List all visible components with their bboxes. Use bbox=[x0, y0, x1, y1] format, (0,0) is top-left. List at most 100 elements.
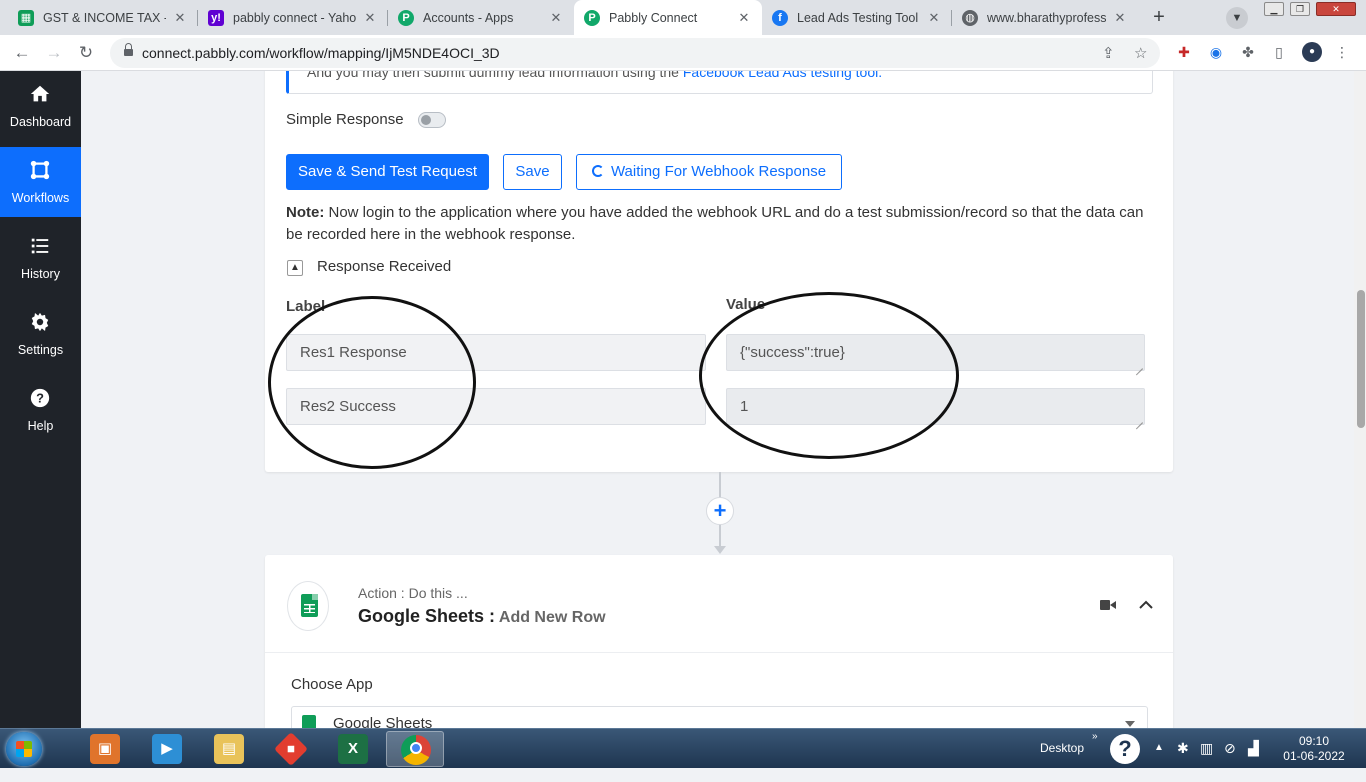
sidepanel-icon[interactable]: ▯ bbox=[1269, 42, 1289, 62]
help-icon[interactable]: ? bbox=[1110, 734, 1140, 764]
device-icon[interactable]: ▥ bbox=[1200, 740, 1213, 780]
toolbox-icon: ▣ bbox=[90, 734, 120, 764]
note-text: Now login to the application where you h… bbox=[286, 204, 1144, 243]
action-title: Google Sheets : Add New Row bbox=[358, 606, 606, 627]
waiting-webhook-label: Waiting For Webhook Response bbox=[610, 163, 827, 180]
browser-toolbar: ← → ↻ connect.pabbly.com/workflow/mappin… bbox=[0, 35, 1366, 71]
address-bar[interactable]: connect.pabbly.com/workflow/mapping/IjM5… bbox=[110, 38, 1160, 68]
close-icon[interactable]: ✕ bbox=[548, 10, 564, 26]
new-tab-icon[interactable]: + bbox=[1148, 6, 1170, 28]
sidebar-item-settings[interactable]: Settings bbox=[0, 299, 81, 369]
extension-icon[interactable]: ◉ bbox=[1206, 42, 1226, 62]
save-send-test-button[interactable]: Save & Send Test Request bbox=[286, 154, 489, 190]
close-icon[interactable]: ✕ bbox=[172, 10, 188, 26]
share-icon[interactable]: ⇪ bbox=[1102, 44, 1115, 62]
browser-tab[interactable]: y! pabbly connect - Yahoo ✕ bbox=[198, 0, 388, 35]
browser-tab[interactable]: ▦ GST & INCOME TAX - J ✕ bbox=[8, 0, 198, 35]
sidebar-item-label: Help bbox=[27, 419, 54, 433]
scrollbar-thumb[interactable] bbox=[1357, 290, 1365, 428]
action-app-name: Google Sheets : bbox=[358, 606, 496, 626]
browser-tab[interactable]: f Lead Ads Testing Tool - ✕ bbox=[762, 0, 952, 35]
taskbar-app[interactable]: ▣ bbox=[76, 731, 134, 767]
anydesk-icon: ◆ bbox=[274, 732, 308, 766]
star-icon[interactable]: ☆ bbox=[1134, 44, 1147, 62]
testing-tool-link[interactable]: Facebook Lead Ads testing tool. bbox=[683, 71, 882, 80]
add-step-icon[interactable]: + bbox=[706, 497, 734, 525]
taskbar-app[interactable]: ▤ bbox=[200, 731, 258, 767]
sidebar-item-dashboard[interactable]: Dashboard bbox=[0, 71, 81, 141]
tab-title: Pabbly Connect bbox=[609, 10, 698, 25]
taskbar: ▣ ▶ ▤ ◆ X Desktop » ? ▲ ✱ ▥ ⊘ ▟ 09:10 01… bbox=[0, 728, 1366, 768]
video-icon[interactable] bbox=[1100, 599, 1116, 611]
main-content: And you may then submit dummy lead infor… bbox=[81, 71, 1366, 728]
tray-expand-icon[interactable]: ▲ bbox=[1154, 742, 1164, 782]
desktop-label[interactable]: Desktop bbox=[1040, 741, 1084, 781]
taskbar-app[interactable]: ◆ bbox=[262, 731, 320, 767]
tab-title: Lead Ads Testing Tool - bbox=[797, 10, 920, 25]
choose-app-select[interactable]: Google Sheets bbox=[291, 706, 1148, 728]
start-button[interactable] bbox=[6, 732, 42, 766]
pabbly-icon: P bbox=[584, 9, 600, 26]
spinner-icon bbox=[591, 165, 604, 177]
avatar[interactable]: ● bbox=[1302, 42, 1322, 62]
network-icon[interactable]: ▟ bbox=[1248, 740, 1259, 780]
puzzle-icon[interactable]: ✤ bbox=[1238, 42, 1258, 62]
close-window-icon[interactable]: ✕ bbox=[1316, 2, 1356, 16]
action-card bbox=[265, 555, 1173, 728]
close-icon[interactable]: ✕ bbox=[1112, 10, 1128, 26]
chevron-down-icon[interactable]: ▼ bbox=[1226, 7, 1248, 29]
tab-title: GST & INCOME TAX - J bbox=[43, 10, 166, 25]
home-icon bbox=[30, 85, 50, 102]
minimize-icon[interactable]: ▁ bbox=[1264, 2, 1284, 16]
browser-tab-bar: ▦ GST & INCOME TAX - J ✕ y! pabbly conne… bbox=[0, 0, 1366, 35]
choose-app-label: Choose App bbox=[291, 676, 373, 693]
simple-response-toggle[interactable] bbox=[418, 112, 446, 128]
taskbar-app[interactable]: X bbox=[324, 731, 382, 767]
taskbar-app-active[interactable] bbox=[386, 731, 444, 767]
app-logo bbox=[287, 581, 329, 631]
note-bold-label: Note: bbox=[286, 204, 325, 221]
choose-app-value: Google Sheets bbox=[333, 715, 433, 728]
sidebar-item-label: Workflows bbox=[11, 191, 70, 205]
google-sheets-icon bbox=[301, 594, 318, 617]
chrome-icon bbox=[401, 735, 431, 765]
bluetooth-icon[interactable]: ✱ bbox=[1177, 740, 1189, 780]
browser-tab[interactable]: ◍ www.bharathyprofessio ✕ bbox=[952, 0, 1138, 35]
chevron-right-icon[interactable]: » bbox=[1092, 731, 1098, 771]
google-sheets-icon bbox=[302, 715, 316, 728]
back-icon[interactable]: ← bbox=[10, 41, 34, 65]
action-event-name: Add New Row bbox=[495, 609, 606, 626]
menu-icon[interactable]: ⋮ bbox=[1332, 42, 1352, 62]
extension-icon[interactable]: ✚ bbox=[1174, 42, 1194, 62]
forward-icon[interactable]: → bbox=[42, 41, 66, 65]
sidebar-item-help[interactable]: ? Help bbox=[0, 375, 81, 445]
volume-muted-icon[interactable]: ⊘ bbox=[1224, 740, 1236, 780]
chevron-up-icon[interactable]: ▲ bbox=[287, 260, 303, 276]
lock-icon bbox=[124, 43, 133, 58]
info-note-text: And you may then submit dummy lead infor… bbox=[307, 71, 882, 80]
clock[interactable]: 09:10 01-06-2022 bbox=[1282, 734, 1346, 764]
restore-icon[interactable]: ❐ bbox=[1290, 2, 1310, 16]
chevron-up-icon[interactable] bbox=[1139, 599, 1153, 609]
close-icon[interactable]: ✕ bbox=[926, 10, 942, 26]
browser-tab[interactable]: P Accounts - Apps ✕ bbox=[388, 0, 574, 35]
list-icon bbox=[31, 238, 49, 254]
save-button[interactable]: Save bbox=[503, 154, 562, 190]
tab-title: Accounts - Apps bbox=[423, 10, 514, 25]
help-icon: ? bbox=[30, 388, 50, 408]
reload-icon[interactable]: ↻ bbox=[74, 41, 98, 65]
clock-date: 01-06-2022 bbox=[1283, 749, 1345, 763]
taskbar-app[interactable]: ▶ bbox=[138, 731, 196, 767]
browser-tab-active[interactable]: P Pabbly Connect ✕ bbox=[574, 0, 762, 35]
annotation-ellipse-labels bbox=[268, 296, 476, 469]
screen-recorder-icon: ▶ bbox=[152, 734, 182, 764]
yahoo-icon: y! bbox=[208, 9, 224, 26]
sidebar-item-workflows[interactable]: Workflows bbox=[0, 147, 81, 217]
close-icon[interactable]: ✕ bbox=[736, 10, 752, 26]
close-icon[interactable]: ✕ bbox=[362, 10, 378, 26]
sidebar-item-history[interactable]: History bbox=[0, 223, 81, 293]
resize-handle-icon[interactable] bbox=[1136, 362, 1143, 369]
waiting-webhook-button[interactable]: Waiting For Webhook Response bbox=[576, 154, 842, 190]
resize-handle-icon[interactable] bbox=[1136, 416, 1143, 423]
svg-text:?: ? bbox=[36, 391, 44, 406]
